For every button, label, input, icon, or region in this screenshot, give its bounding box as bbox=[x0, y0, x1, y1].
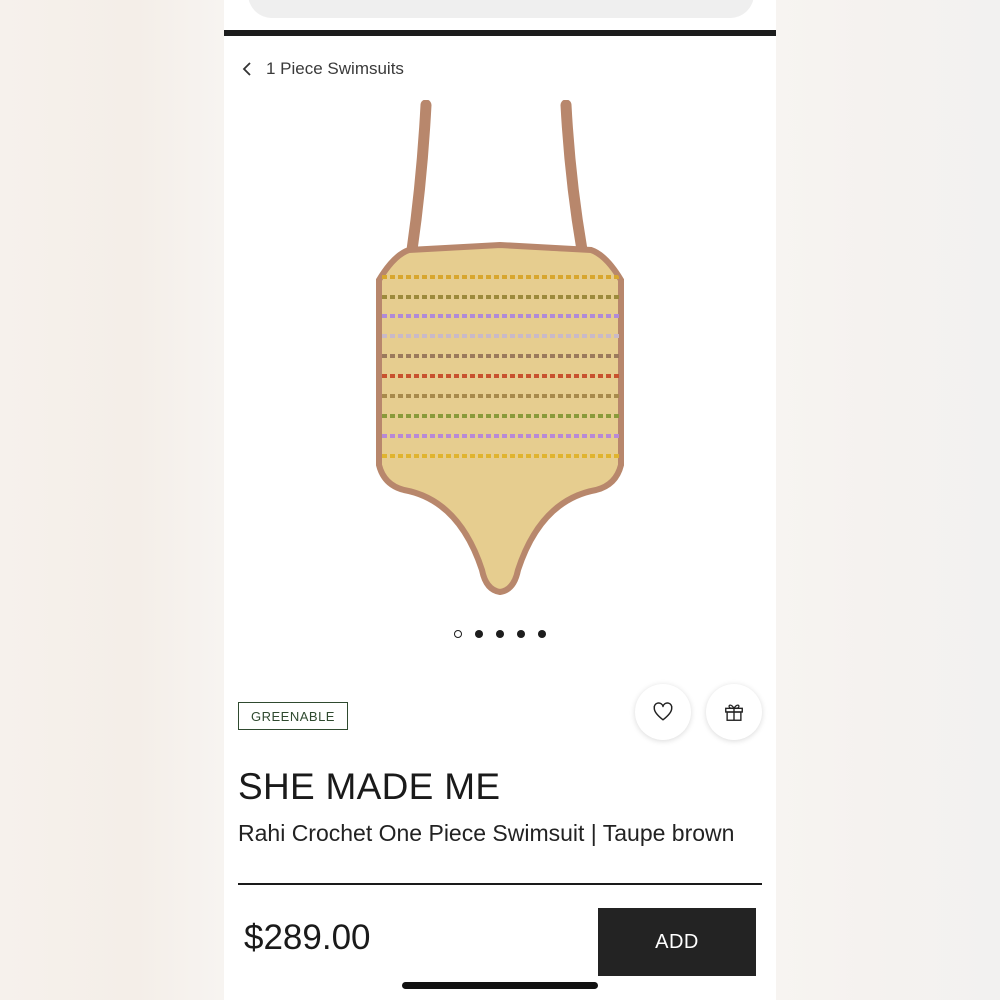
pagination-dot[interactable] bbox=[538, 630, 546, 638]
product-page: 1 Piece Swimsuits GREENABLE SHE MADE ME … bbox=[224, 0, 776, 1000]
home-indicator[interactable] bbox=[402, 982, 598, 989]
product-brand: SHE MADE ME bbox=[238, 766, 501, 807]
section-divider bbox=[238, 883, 762, 885]
wishlist-button[interactable] bbox=[635, 684, 691, 740]
greenable-badge: GREENABLE bbox=[238, 702, 348, 730]
background-right bbox=[776, 0, 1000, 1000]
product-title: Rahi Crochet One Piece Swimsuit | Taupe … bbox=[238, 820, 735, 846]
crochet-swimsuit-image[interactable] bbox=[364, 100, 634, 600]
breadcrumb[interactable]: 1 Piece Swimsuits bbox=[242, 58, 404, 80]
chevron-left-icon bbox=[242, 62, 251, 76]
gallery-pagination bbox=[224, 630, 776, 638]
pagination-dot[interactable] bbox=[517, 630, 525, 638]
pagination-dot[interactable] bbox=[454, 630, 462, 638]
background-left bbox=[0, 0, 224, 1000]
search-bar[interactable] bbox=[248, 0, 754, 18]
gift-icon bbox=[725, 704, 743, 721]
heart-icon bbox=[653, 702, 673, 721]
pagination-dot[interactable] bbox=[496, 630, 504, 638]
product-price: $289.00 bbox=[244, 918, 371, 957]
header-divider bbox=[224, 30, 776, 36]
pagination-dot[interactable] bbox=[475, 630, 483, 638]
add-to-cart-button[interactable]: ADD bbox=[598, 908, 756, 976]
breadcrumb-label: 1 Piece Swimsuits bbox=[266, 59, 404, 78]
gift-button[interactable] bbox=[706, 684, 762, 740]
